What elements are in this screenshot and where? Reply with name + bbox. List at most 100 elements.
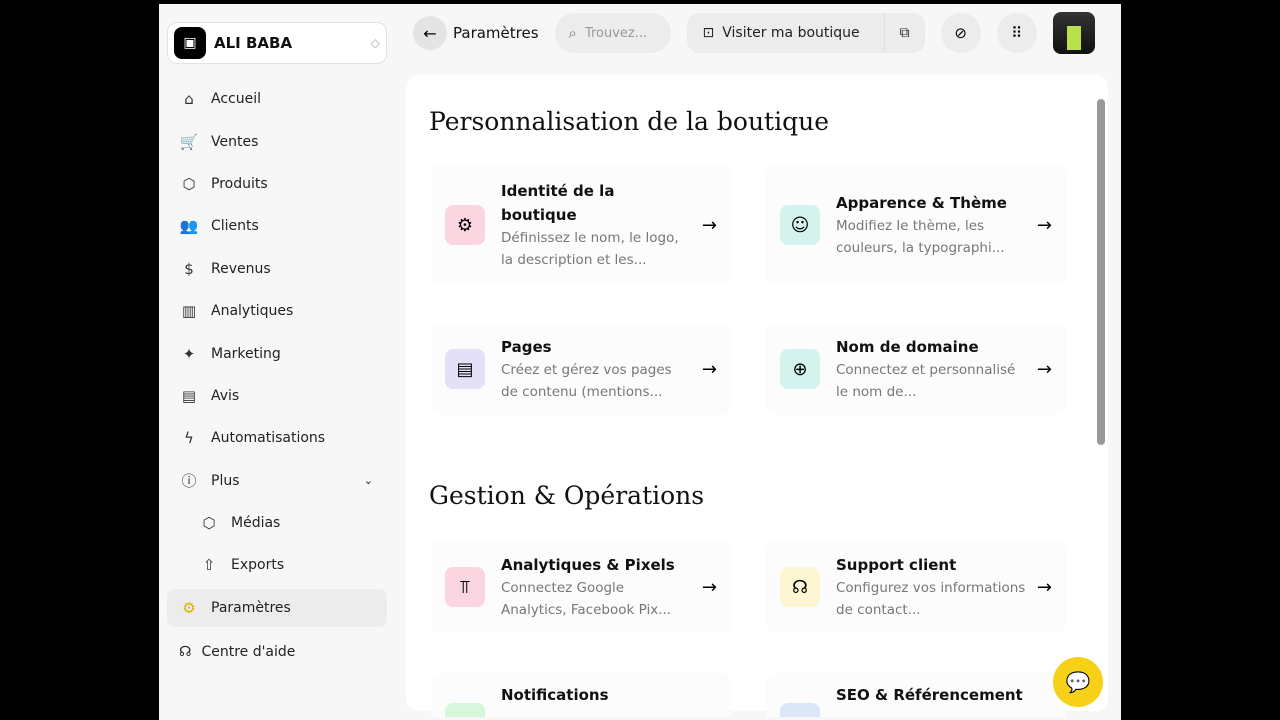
- sidebar-item-label: Avis: [211, 387, 240, 404]
- settings-card[interactable]: ⫪ Analytiques & Pixels Connectez Google An…: [431, 541, 731, 633]
- sidebar-item-label: Plus: [211, 472, 240, 489]
- sidebar-item-11[interactable]: ⇧ Exports: [167, 544, 387, 586]
- sidebar-item-6[interactable]: ✦ Marketing: [167, 332, 387, 374]
- seo-icon: [780, 703, 820, 717]
- sidebar-item-label: Accueil: [211, 91, 261, 108]
- section-title: Personnalisation de la boutique: [429, 107, 829, 136]
- card-description: Configurez vos informations de contact..…: [836, 580, 1026, 618]
- card-description: Définissez le nom, le logo, la descripti…: [501, 230, 679, 268]
- section-title: Gestion & Opérations: [429, 481, 705, 510]
- sidebar-item-label: Revenus: [211, 260, 271, 277]
- arrow-right-icon: →: [701, 214, 717, 236]
- settings-card[interactable]: ⊕ Nom de domaine Connectez et personnalisé…: [766, 323, 1066, 415]
- copy-button[interactable]: ⧉: [885, 25, 925, 41]
- bolt-icon: ϟ: [184, 429, 194, 448]
- back-button[interactable]: ←: [413, 16, 447, 50]
- store-icon: ⊡: [702, 25, 715, 41]
- visit-store-label: Visiter ma boutique: [722, 25, 860, 41]
- box-icon: ⬡: [182, 174, 196, 193]
- more-icon: ⓘ: [181, 472, 197, 491]
- sidebar-item-8[interactable]: ϟ Automatisations: [167, 417, 387, 459]
- chevron-down-icon: ⌄: [363, 474, 373, 488]
- headset-icon: ☊: [179, 644, 192, 660]
- card-title: Analytiques & Pixels: [501, 556, 675, 574]
- media-icon: ⬡: [202, 514, 216, 533]
- top-bar: ← Paramètres ⌕ Trouvez... ⊡ Visiter ma bo…: [413, 12, 1121, 54]
- arrow-right-icon: →: [1036, 576, 1052, 598]
- scrollbar-thumb[interactable]: [1097, 99, 1105, 445]
- sidebar-item-5[interactable]: ▥ Analytiques: [167, 290, 387, 332]
- sidebar-item-3[interactable]: 👥 Clients: [167, 205, 387, 247]
- hide-eye-button[interactable]: ⊘: [940, 13, 981, 53]
- export-icon: ⇧: [202, 556, 216, 575]
- store-icon: ☺: [780, 205, 820, 245]
- card-title: Support client: [836, 556, 957, 574]
- sidebar-item-label: Exports: [231, 557, 285, 574]
- app: ▣ ALI BABA ◇ ⌂ Accueil 🛒 Ventes ⬡ Produits 👥 Cl…: [159, 4, 1121, 720]
- visit-store-group: ⊡ Visiter ma boutique ⧉: [686, 13, 925, 53]
- help-center-link[interactable]: ☊ Centre d'aide: [179, 644, 295, 660]
- sidebar-item-label: Paramètres: [211, 599, 291, 616]
- scrollbar[interactable]: [1097, 85, 1105, 705]
- gear-icon: ⚙: [445, 205, 485, 245]
- card-title: Pages: [501, 338, 552, 356]
- card-title: SEO & Référencement: [836, 686, 1023, 704]
- apps-grid-button[interactable]: ⠿: [996, 13, 1037, 53]
- sidebar-item-label: Ventes: [211, 133, 259, 150]
- basket-icon: 🛒: [179, 132, 199, 151]
- revenue-icon: $: [184, 259, 194, 278]
- sidebar-item-2[interactable]: ⬡ Produits: [167, 163, 387, 205]
- sidebar-item-label: Automatisations: [211, 430, 326, 447]
- chart-icon: ▥: [181, 302, 197, 321]
- sidebar-item-label: Médias: [231, 515, 281, 532]
- analytics-icon: ⫪: [445, 567, 485, 607]
- settings-panel: Personnalisation de la boutique Gestion …: [406, 75, 1108, 717]
- sidebar-item-label: Analytiques: [211, 303, 294, 320]
- settings-card[interactable]: ☊ Support client Configurez vos informatio…: [766, 541, 1066, 633]
- card-description: Connectez et personnalisé le nom de...: [836, 362, 1016, 400]
- sidebar-item-label: Clients: [211, 218, 259, 235]
- settings-card[interactable]: ▤ Pages Créez et gérez vos pages de conten…: [431, 323, 731, 415]
- help-label: Centre d'aide: [201, 644, 296, 660]
- card-description: Connectez Google Analytics, Facebook Pix…: [501, 580, 672, 618]
- home-icon: ⌂: [184, 90, 194, 109]
- search-icon: ⌕: [568, 24, 577, 42]
- chevron-updown-icon: ◇: [370, 36, 380, 50]
- globe-icon: ⊕: [780, 349, 820, 389]
- bell-icon: [445, 703, 485, 717]
- card-title: Notifications: [501, 686, 609, 704]
- sidebar-item-4[interactable]: $ Revenus: [167, 248, 387, 290]
- sidebar-item-0[interactable]: ⌂ Accueil: [167, 78, 387, 120]
- arrow-right-icon: →: [1036, 214, 1052, 236]
- gear-icon: ⚙: [182, 598, 196, 617]
- sidebar-item-7[interactable]: ▤ Avis: [167, 375, 387, 417]
- message-icon: ▤: [181, 386, 197, 405]
- page-title: Paramètres: [453, 24, 539, 42]
- card-description: Modifiez le thème, les couleurs, la typo…: [836, 218, 1005, 256]
- headset-icon: ☊: [780, 567, 820, 607]
- store-switcher[interactable]: ▣ ALI BABA ◇: [167, 22, 387, 64]
- settings-card[interactable]: Notifications: [431, 673, 731, 717]
- sidebar-item-9[interactable]: ⓘ Plus ⌄: [167, 460, 387, 502]
- marketing-icon: ✦: [182, 344, 196, 363]
- users-icon: 👥: [179, 217, 199, 236]
- sidebar-item-1[interactable]: 🛒 Ventes: [167, 120, 387, 162]
- settings-card[interactable]: ⚙ Identité de la boutique Définissez le no…: [431, 165, 731, 285]
- avatar[interactable]: [1052, 12, 1095, 54]
- sidebar-item-10[interactable]: ⬡ Médias: [167, 502, 387, 544]
- card-description: Créez et gérez vos pages de contenu (men…: [501, 362, 672, 400]
- settings-card[interactable]: ☺ Apparence & Thème Modifiez le thème, les…: [766, 165, 1066, 285]
- store-logo-icon: ▣: [174, 27, 206, 59]
- sidebar-nav: ⌂ Accueil 🛒 Ventes ⬡ Produits 👥 Clients $ Revenus…: [167, 78, 387, 629]
- search-input[interactable]: ⌕ Trouvez...: [554, 13, 671, 53]
- search-placeholder: Trouvez...: [584, 25, 648, 41]
- settings-card[interactable]: SEO & Référencement: [766, 673, 1066, 717]
- chat-support-button[interactable]: 💬: [1053, 657, 1103, 707]
- page-icon: ▤: [445, 349, 485, 389]
- store-name: ALI BABA: [214, 34, 293, 52]
- card-title: Nom de domaine: [836, 338, 979, 356]
- sidebar-item-12[interactable]: ⚙ Paramètres: [167, 588, 387, 627]
- visit-store-button[interactable]: ⊡ Visiter ma boutique: [687, 13, 885, 53]
- arrow-right-icon: →: [1036, 358, 1052, 380]
- sidebar-item-label: Produits: [211, 175, 268, 192]
